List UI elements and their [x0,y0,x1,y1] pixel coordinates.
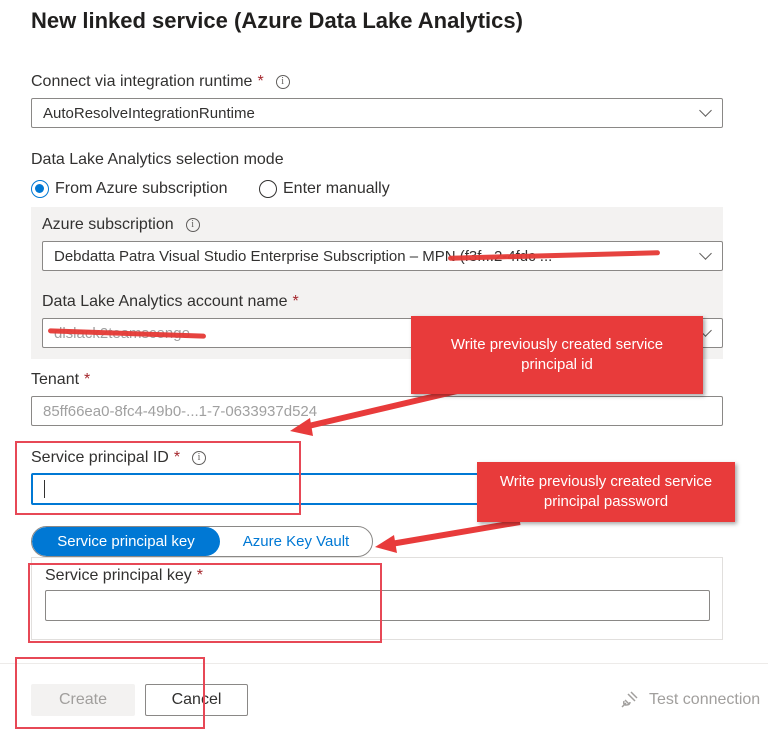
arrow-head [290,418,313,436]
arrow-to-sp-id [299,385,471,431]
callout-sp-id: Write previously created service princip… [411,316,703,394]
callout-sp-password: Write previously created service princip… [477,462,735,522]
arrow-to-sp-key [384,519,521,548]
arrow-head [375,535,397,553]
